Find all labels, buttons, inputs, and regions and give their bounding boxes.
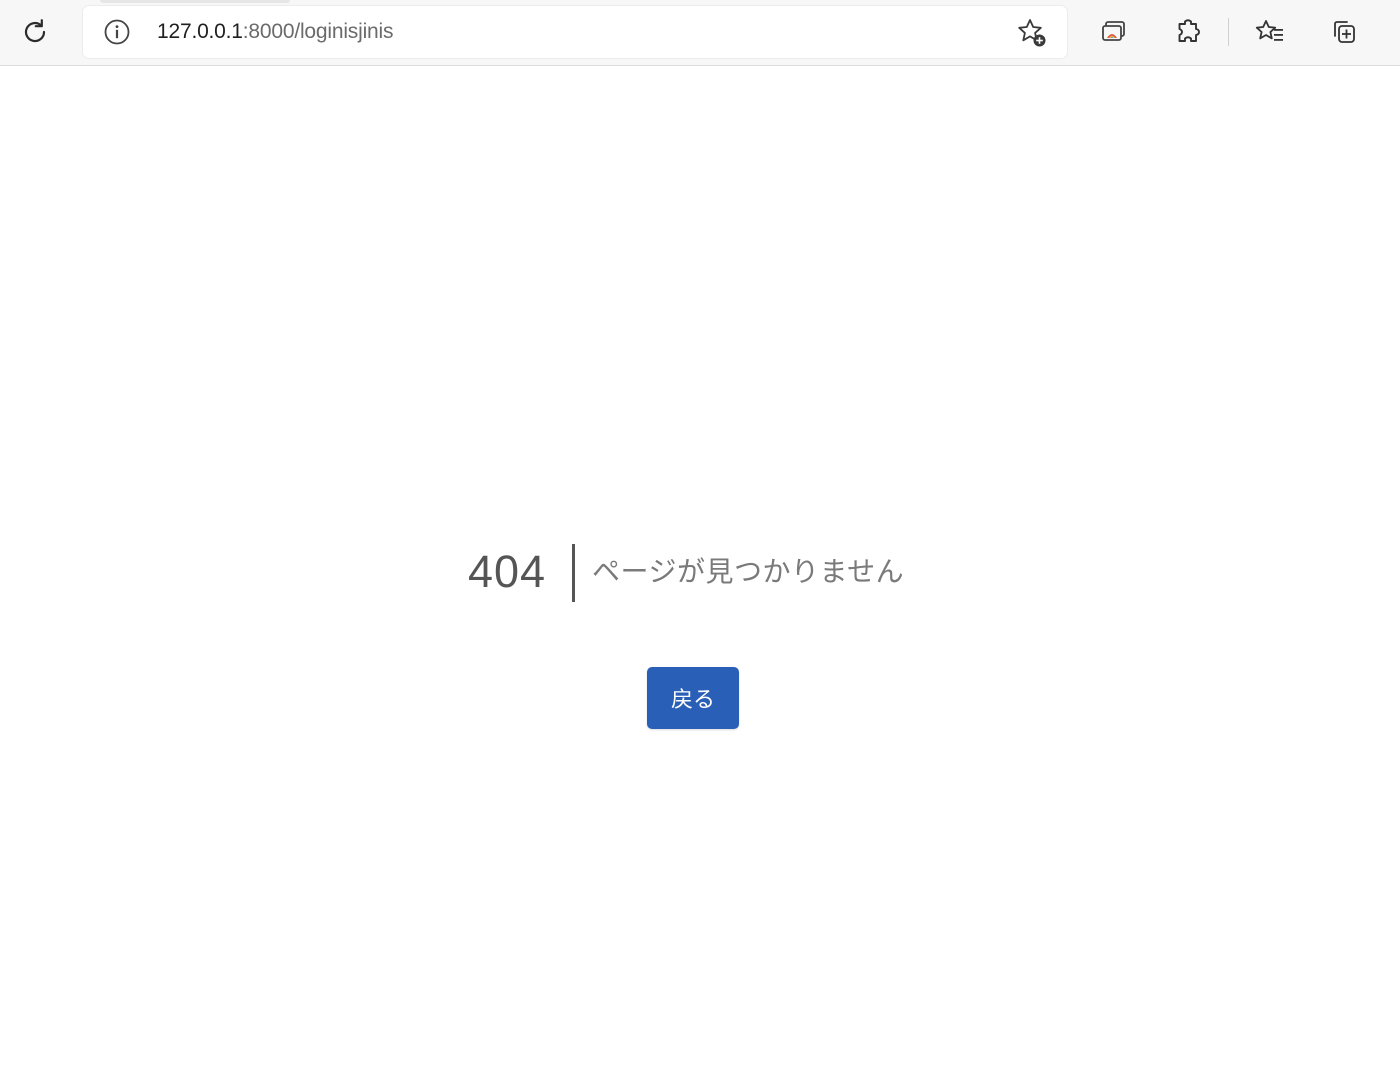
address-bar[interactable]: 127.0.0.1:8000/loginisjinis xyxy=(83,6,1067,58)
error-message: ページが見つかりません xyxy=(592,555,905,588)
favorites-button[interactable] xyxy=(1250,12,1290,52)
url-host: 127.0.0.1 xyxy=(157,20,243,43)
reload-button[interactable] xyxy=(15,12,55,52)
url-path: :8000/loginisjinis xyxy=(242,20,394,43)
toolbar-divider xyxy=(1228,18,1229,46)
collections-icon xyxy=(1334,21,1355,43)
error-code: 404 xyxy=(468,546,547,597)
app-available-button[interactable] xyxy=(1094,12,1134,52)
puzzle-icon xyxy=(1178,19,1200,42)
error-separator xyxy=(572,544,575,602)
info-icon xyxy=(104,19,130,45)
address-url[interactable]: 127.0.0.1:8000/loginisjinis xyxy=(157,20,393,44)
browser-toolbar: 127.0.0.1:8000/loginisjinis xyxy=(0,0,1400,66)
collections-button[interactable] xyxy=(1324,12,1364,52)
favorites-list-icon xyxy=(1255,20,1283,41)
star-add-icon xyxy=(1018,19,1046,47)
app-available-icon xyxy=(1102,21,1125,41)
site-info-button[interactable] xyxy=(103,18,131,46)
extensions-button[interactable] xyxy=(1168,12,1208,52)
back-button[interactable]: 戻る xyxy=(647,667,739,729)
tab-strip-edge xyxy=(100,0,290,3)
add-favorite-button[interactable] xyxy=(1015,16,1049,54)
reload-icon xyxy=(24,19,46,43)
error-panel: 404 ページが見つかりません xyxy=(0,540,1400,610)
